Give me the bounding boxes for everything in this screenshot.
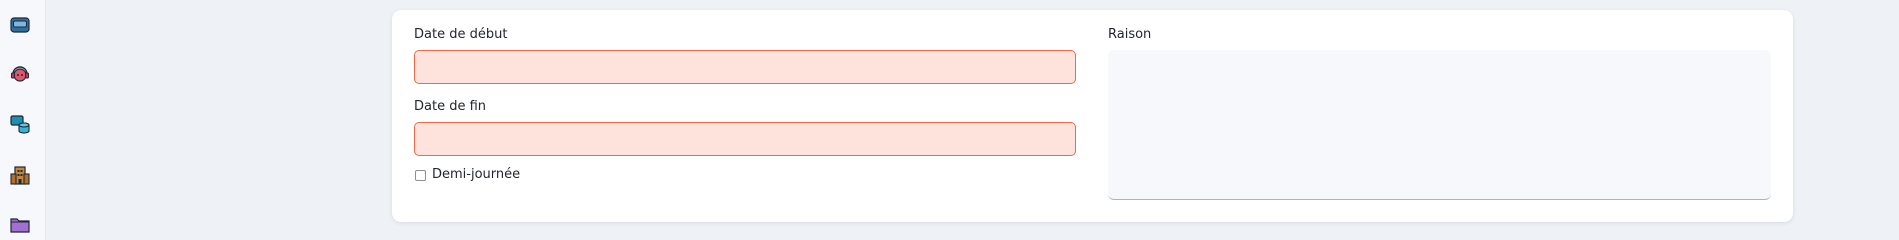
inbox-tray-icon <box>9 14 31 36</box>
sidebar-item-documents[interactable] <box>9 213 31 235</box>
leave-request-form: Date de début Date de fin Demi-journée R… <box>392 10 1793 222</box>
helpdesk-headset-icon <box>9 63 31 85</box>
reason-textarea[interactable] <box>1108 50 1771 200</box>
end-date-label: Date de fin <box>414 99 487 114</box>
half-day-label: Demi-journée <box>432 167 521 182</box>
sidebar-item-inbox[interactable] <box>9 14 31 36</box>
sidebar-item-organization[interactable] <box>9 164 31 186</box>
start-date-label: Date de début <box>414 27 508 42</box>
reason-label: Raison <box>1108 27 1152 42</box>
sidebar <box>0 0 46 240</box>
sidebar-item-support[interactable] <box>9 63 31 85</box>
sidebar-item-database[interactable] <box>9 113 31 135</box>
half-day-checkbox[interactable] <box>415 170 426 181</box>
database-stack-icon <box>9 113 31 135</box>
folder-icon <box>9 213 31 235</box>
start-date-field[interactable] <box>414 50 1076 84</box>
office-building-icon <box>9 164 31 186</box>
end-date-field[interactable] <box>414 122 1076 156</box>
